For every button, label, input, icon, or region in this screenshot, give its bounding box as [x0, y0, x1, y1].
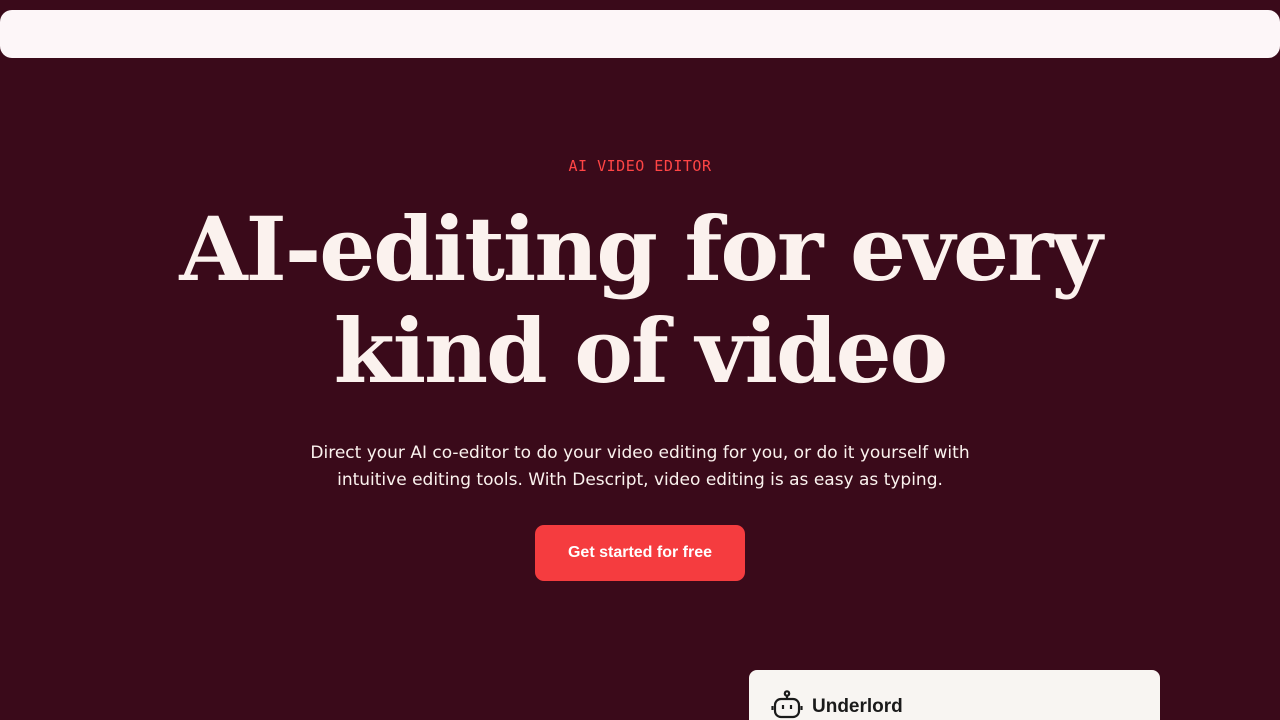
description-line-1: Direct your AI co-editor to do your vide…	[310, 443, 970, 463]
robot-icon	[771, 690, 803, 719]
section-eyebrow: AI VIDEO EDITOR	[568, 157, 712, 175]
underlord-panel: Underlord	[749, 670, 1160, 720]
panel-title: Underlord	[812, 696, 903, 717]
headline-line-1: AI-editing for every	[179, 197, 1102, 301]
get-started-button[interactable]: Get started for free	[535, 525, 745, 581]
top-nav-bar	[0, 10, 1280, 58]
hero-description: Direct your AI co-editor to do your vide…	[290, 440, 990, 494]
hero-headline: AI-editing for every kind of video	[140, 198, 1140, 402]
description-line-2: intuitive editing tools. With Descript, …	[337, 470, 943, 490]
headline-line-2: kind of video	[333, 299, 949, 403]
